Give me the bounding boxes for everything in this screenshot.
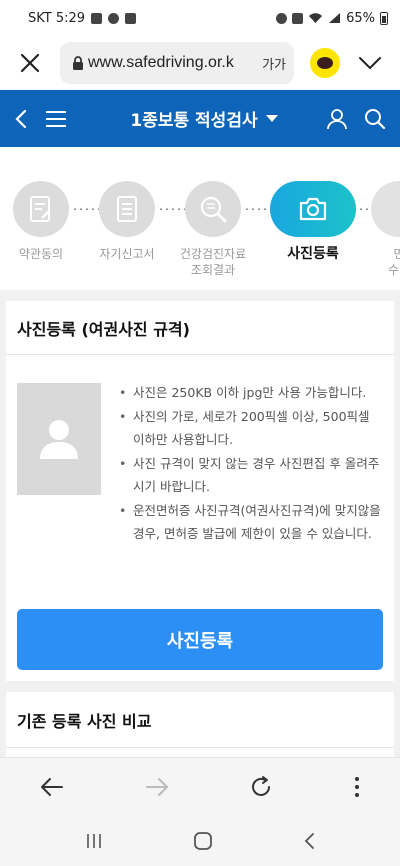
expand-menu-button[interactable]	[356, 56, 384, 70]
alarm-icon	[276, 12, 288, 24]
search-icon[interactable]	[364, 108, 386, 130]
person-silhouette-icon	[40, 420, 78, 459]
forward-arrow-icon[interactable]	[145, 777, 169, 797]
lock-icon	[68, 56, 88, 70]
step-health-check-circle	[185, 181, 241, 237]
app-header: 1종보통 적성검사	[0, 90, 400, 147]
wifi-icon	[309, 13, 323, 23]
guideline-item: 사진의 가로, 세로가 200픽셀 이상, 500픽셀 이하만 사용합니다.	[119, 405, 381, 451]
step-label-line: 건강검진자료	[179, 247, 247, 261]
step-label: 건강검진자료 조회결과	[180, 246, 246, 278]
progress-steps: 약관동의 자기신고서 건강검진자료 조회결과 사진등록 면 수령	[0, 147, 400, 290]
browser-bottom-bar	[0, 757, 400, 815]
guideline-item: 사진은 250KB 이하 jpg만 사용 가능합니다.	[119, 381, 381, 404]
step-label: 면 수령	[388, 246, 400, 278]
user-icon[interactable]	[326, 108, 348, 130]
step-terms[interactable]: 약관동의	[0, 181, 86, 262]
guideline-item: 운전면허증 사진규격(여권사진규격)에 맞지않을 경우, 면허증 발급에 제한이…	[119, 499, 381, 545]
step-label: 자기신고서	[99, 247, 155, 261]
status-bar: SKT 5:29 65%	[0, 0, 400, 36]
step-label: 약관동의	[18, 247, 64, 261]
document-pen-icon	[30, 196, 51, 222]
carrier-time: SKT 5:29	[28, 10, 86, 26]
step-terms-circle	[13, 181, 69, 237]
url-text: www.safedriving.or.k	[88, 54, 234, 71]
refresh-icon[interactable]	[249, 775, 273, 799]
compare-photo-card: 기존 등록 사진 비교	[6, 692, 394, 762]
step-health-check[interactable]: 건강검진자료 조회결과	[168, 181, 258, 278]
chat-notification-icon	[108, 12, 120, 24]
register-photo-button[interactable]: 사진등록	[17, 609, 383, 670]
section-title: 사진등록 (여권사진 규격)	[6, 301, 394, 355]
page-title: 1종보통 적성검사	[130, 111, 258, 131]
home-icon[interactable]	[193, 831, 213, 851]
battery-percent: 65%	[346, 10, 375, 26]
kakao-chat-button[interactable]	[310, 48, 340, 78]
close-tab-button[interactable]	[0, 36, 60, 90]
caret-down-icon	[265, 115, 278, 122]
recent-apps-icon[interactable]	[85, 832, 103, 850]
browser-toolbar: www.safedriving.or.k 가가	[0, 36, 400, 90]
menu-button[interactable]	[42, 110, 70, 128]
step-license-receipt[interactable]: 면 수령	[354, 181, 400, 278]
gallery-notification-icon	[91, 12, 103, 24]
hamburger-icon	[46, 110, 66, 127]
step-label-line: 수령	[387, 263, 400, 277]
step-label-line: 면	[393, 247, 400, 261]
chevron-left-icon	[15, 109, 27, 128]
photo-register-card: 사진등록 (여권사진 규격) 사진은 250KB 이하 jpg만 사용 가능합니…	[6, 301, 394, 681]
step-self-report-circle	[99, 181, 155, 237]
address-bar[interactable]: www.safedriving.or.k 가가	[60, 42, 294, 84]
step-label-line: 조회결과	[190, 263, 236, 277]
photo-guidelines: 사진은 250KB 이하 jpg만 사용 가능합니다. 사진의 가로, 세로가 …	[119, 381, 381, 546]
section-title: 기존 등록 사진 비교	[6, 692, 394, 748]
step-photo-register-circle	[270, 181, 356, 237]
back-button[interactable]	[0, 109, 42, 129]
step-license-receipt-circle	[371, 181, 400, 237]
back-arrow-icon[interactable]	[40, 777, 64, 797]
step-label: 사진등록	[287, 246, 339, 262]
system-back-icon[interactable]	[303, 832, 315, 850]
camera-icon	[299, 197, 327, 221]
chevron-down-icon	[359, 57, 381, 70]
mute-icon	[292, 12, 304, 24]
guideline-item: 사진 규격이 맞지 않는 경우 사진편집 후 올려주시기 바랍니다.	[119, 452, 381, 498]
photo-placeholder	[17, 383, 101, 495]
kakao-talk-icon	[317, 57, 333, 69]
close-icon	[20, 53, 40, 73]
more-options-icon[interactable]	[354, 776, 360, 798]
step-photo-register[interactable]: 사진등록	[268, 181, 358, 262]
search-won-icon	[200, 196, 227, 223]
signal-icon	[329, 13, 341, 23]
step-self-report[interactable]: 자기신고서	[82, 181, 172, 262]
page-title-dropdown[interactable]: 1종보통 적성검사	[70, 106, 326, 131]
system-navigation-bar	[0, 815, 400, 866]
text-size-button[interactable]: 가가	[262, 54, 286, 73]
app-notification-icon	[125, 12, 137, 24]
battery-icon	[380, 11, 388, 25]
document-list-icon	[117, 196, 137, 222]
